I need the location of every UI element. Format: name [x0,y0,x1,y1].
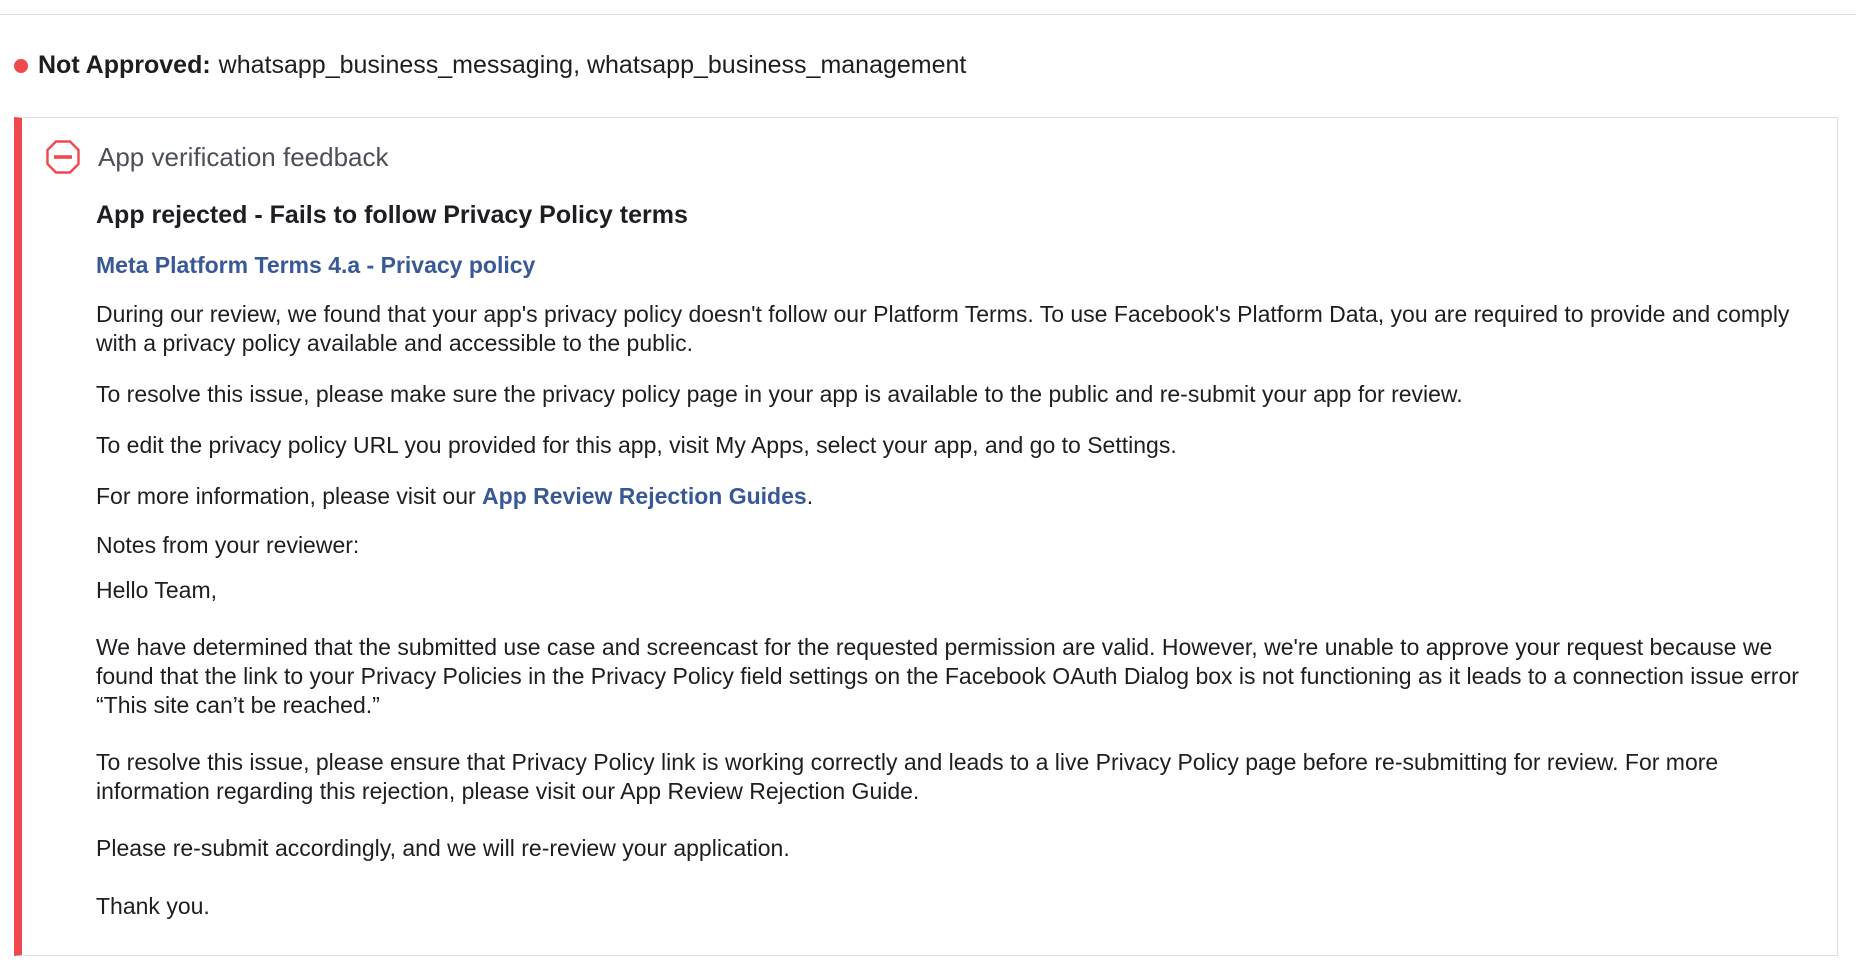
permissions-list: whatsapp_business_messaging, whatsapp_bu… [218,51,967,79]
verification-feedback-card: App verification feedback App rejected -… [14,117,1838,956]
rejection-guides-link[interactable]: App Review Rejection Guides [482,483,807,509]
approval-status: Not Approved: whatsapp_business_messagin… [14,48,966,82]
rejection-title: App rejected - Fails to follow Privacy P… [96,201,688,229]
status-dot-icon [14,59,28,73]
card-header: App verification feedback [46,140,389,174]
reviewer-notes-label: Notes from your reviewer: [96,532,360,558]
stop-icon [46,140,80,174]
more-info-paragraph: For more information, please visit our A… [96,482,1826,511]
top-divider [0,14,1856,15]
card-body: App rejected - Fails to follow Privacy P… [96,198,1826,920]
card-title: App verification feedback [98,142,389,172]
review-finding-paragraph: During our review, we found that your ap… [96,301,1790,356]
status-label: Not Approved: [38,51,211,79]
reviewer-notes: Hello Team, We have determined that the … [96,577,1799,919]
edit-url-paragraph: To edit the privacy policy URL you provi… [96,432,1177,458]
page: Not Approved: whatsapp_business_messagin… [0,0,1856,976]
resolve-paragraph: To resolve this issue, please make sure … [96,381,1463,407]
more-info-suffix: . [806,483,814,509]
platform-terms-link[interactable]: Meta Platform Terms 4.a - Privacy policy [96,250,535,280]
more-info-prefix: For more information, please visit our [96,483,483,509]
